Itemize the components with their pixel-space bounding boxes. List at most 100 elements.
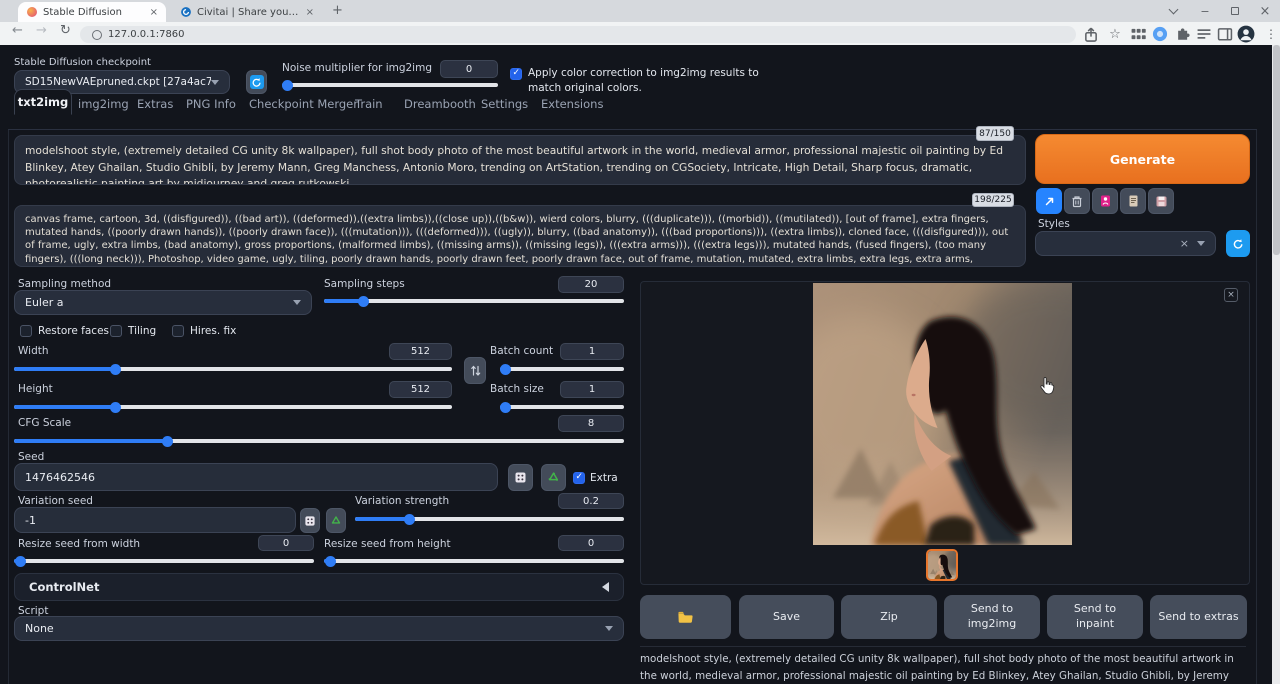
window-minimize-button[interactable] xyxy=(1190,0,1220,22)
restore-faces-checkbox[interactable] xyxy=(20,325,32,337)
negative-prompt-textarea[interactable]: canvas frame, cartoon, 3d, ((disfigured)… xyxy=(14,205,1026,267)
gallery-thumbnail-selected[interactable] xyxy=(926,549,958,581)
styles-dropdown[interactable] xyxy=(1035,231,1216,256)
reading-list-icon[interactable] xyxy=(1195,25,1213,43)
resize-seed-height-slider[interactable] xyxy=(324,555,624,567)
prompt-token-counter: 87/150 xyxy=(976,126,1014,141)
address-bar[interactable]: 127.0.0.1:7860 xyxy=(80,26,1076,43)
sampling-steps-value[interactable]: 20 xyxy=(558,276,624,293)
seed-input[interactable]: 1476462546 xyxy=(14,463,498,491)
chevron-down-icon xyxy=(293,300,301,305)
variation-strength-label: Variation strength xyxy=(355,495,449,507)
styles-label: Styles xyxy=(1038,218,1070,230)
refresh-icon xyxy=(250,75,264,89)
extensions-puzzle-icon[interactable] xyxy=(1173,25,1191,43)
scrollbar-thumb[interactable] xyxy=(1273,45,1280,255)
chevron-down-icon xyxy=(1197,241,1205,246)
batch-size-slider[interactable] xyxy=(500,401,624,413)
tab-extras[interactable]: Extras xyxy=(137,97,173,111)
cfg-scale-slider[interactable] xyxy=(14,435,624,447)
height-value[interactable]: 512 xyxy=(389,381,452,398)
window-close-button[interactable] xyxy=(1250,0,1280,22)
site-info-icon[interactable] xyxy=(92,30,102,40)
tab-train[interactable]: Train xyxy=(355,97,383,111)
width-value[interactable]: 512 xyxy=(389,343,452,360)
styles-refresh-button[interactable] xyxy=(1226,230,1250,257)
profile-avatar[interactable] xyxy=(1237,25,1255,43)
variation-strength-value[interactable]: 0.2 xyxy=(558,493,624,509)
open-folder-button[interactable] xyxy=(640,595,731,639)
send-to-inpaint-button[interactable]: Send to inpaint xyxy=(1047,595,1143,639)
prompt-textarea[interactable]: modelshoot style, (extremely detailed CG… xyxy=(14,135,1026,185)
tab-img2img[interactable]: img2img xyxy=(78,97,129,111)
tab-dreambooth[interactable]: Dreambooth xyxy=(404,97,476,111)
browser-menu-icon[interactable] xyxy=(1262,25,1280,43)
save-style-button[interactable] xyxy=(1148,188,1174,214)
window-restore-button[interactable] xyxy=(1220,0,1250,22)
variation-reuse-seed-button[interactable] xyxy=(326,508,346,533)
script-dropdown[interactable]: None xyxy=(14,616,624,641)
clear-styles-icon[interactable] xyxy=(1180,237,1189,250)
extra-networks-button[interactable] xyxy=(1092,188,1118,214)
cfg-scale-value[interactable]: 8 xyxy=(558,415,624,432)
sampling-steps-slider[interactable] xyxy=(324,295,624,307)
width-slider[interactable] xyxy=(14,363,452,375)
tab-settings[interactable]: Settings xyxy=(481,97,528,111)
resize-seed-width-value[interactable]: 0 xyxy=(258,535,314,551)
zip-button[interactable]: Zip xyxy=(841,595,937,639)
variation-random-seed-button[interactable] xyxy=(300,508,320,533)
resize-seed-width-slider[interactable] xyxy=(14,555,314,567)
civitai-favicon xyxy=(181,7,191,17)
clear-prompt-button[interactable] xyxy=(1064,188,1090,214)
sampling-method-dropdown[interactable]: Euler a xyxy=(14,290,312,315)
save-button[interactable]: Save xyxy=(739,595,834,639)
tiling-label: Tiling xyxy=(128,325,156,337)
back-button[interactable] xyxy=(12,23,23,38)
apply-style-button[interactable] xyxy=(1120,188,1146,214)
batch-size-value[interactable]: 1 xyxy=(560,381,624,398)
tab-txt2img[interactable]: txt2img xyxy=(14,89,72,115)
batch-count-slider[interactable] xyxy=(500,363,624,375)
generated-image[interactable] xyxy=(813,283,1072,545)
color-correction-checkbox[interactable] xyxy=(510,68,522,80)
bookmark-star-icon[interactable] xyxy=(1106,25,1124,43)
close-gallery-button[interactable] xyxy=(1224,288,1238,302)
tab-close-icon[interactable] xyxy=(150,7,158,18)
share-icon[interactable] xyxy=(1082,25,1100,43)
browser-tab-civitai[interactable]: Civitai | Share your models xyxy=(172,2,322,22)
side-panel-icon[interactable] xyxy=(1216,25,1234,43)
controlnet-accordion[interactable]: ControlNet xyxy=(14,573,624,601)
noise-multiplier-slider[interactable] xyxy=(282,79,498,91)
resize-seed-height-value[interactable]: 0 xyxy=(558,535,624,551)
window-menu-chevron[interactable] xyxy=(1158,0,1188,22)
checkpoint-refresh-button[interactable] xyxy=(246,70,267,94)
send-to-extras-button[interactable]: Send to extras xyxy=(1150,595,1247,639)
paste-params-button[interactable] xyxy=(1036,188,1062,214)
height-slider[interactable] xyxy=(14,401,452,413)
swap-width-height-button[interactable] xyxy=(464,357,486,384)
reuse-seed-button[interactable] xyxy=(541,464,566,491)
variation-seed-input[interactable]: -1 xyxy=(14,507,296,533)
color-correction-label: Apply color correction to img2img result… xyxy=(528,66,790,95)
variation-strength-slider[interactable] xyxy=(355,513,624,525)
new-tab-button[interactable] xyxy=(332,3,343,18)
tab-underline xyxy=(8,129,1257,130)
tiling-checkbox[interactable] xyxy=(110,325,122,337)
send-to-img2img-button[interactable]: Send to img2img xyxy=(944,595,1040,639)
tab-checkpoint-merger[interactable]: Checkpoint Merger xyxy=(249,97,358,111)
batch-count-value[interactable]: 1 xyxy=(560,343,624,360)
forward-button[interactable] xyxy=(36,23,47,38)
dice-icon xyxy=(304,515,316,527)
generate-button[interactable]: Generate xyxy=(1035,134,1250,184)
tab-extensions[interactable]: Extensions xyxy=(541,97,603,111)
extension-grid-icon[interactable] xyxy=(1129,25,1147,43)
blue-extension-icon[interactable] xyxy=(1151,25,1169,43)
tab-png-info[interactable]: PNG Info xyxy=(186,97,236,111)
random-seed-button[interactable] xyxy=(508,464,533,491)
extra-seed-checkbox[interactable] xyxy=(573,472,585,484)
reload-button[interactable] xyxy=(60,23,71,38)
hires-fix-checkbox[interactable] xyxy=(172,325,184,337)
tab-close-icon[interactable] xyxy=(306,7,314,18)
browser-tab-stable-diffusion[interactable]: Stable Diffusion xyxy=(18,2,166,22)
noise-multiplier-value[interactable]: 0 xyxy=(440,60,498,78)
